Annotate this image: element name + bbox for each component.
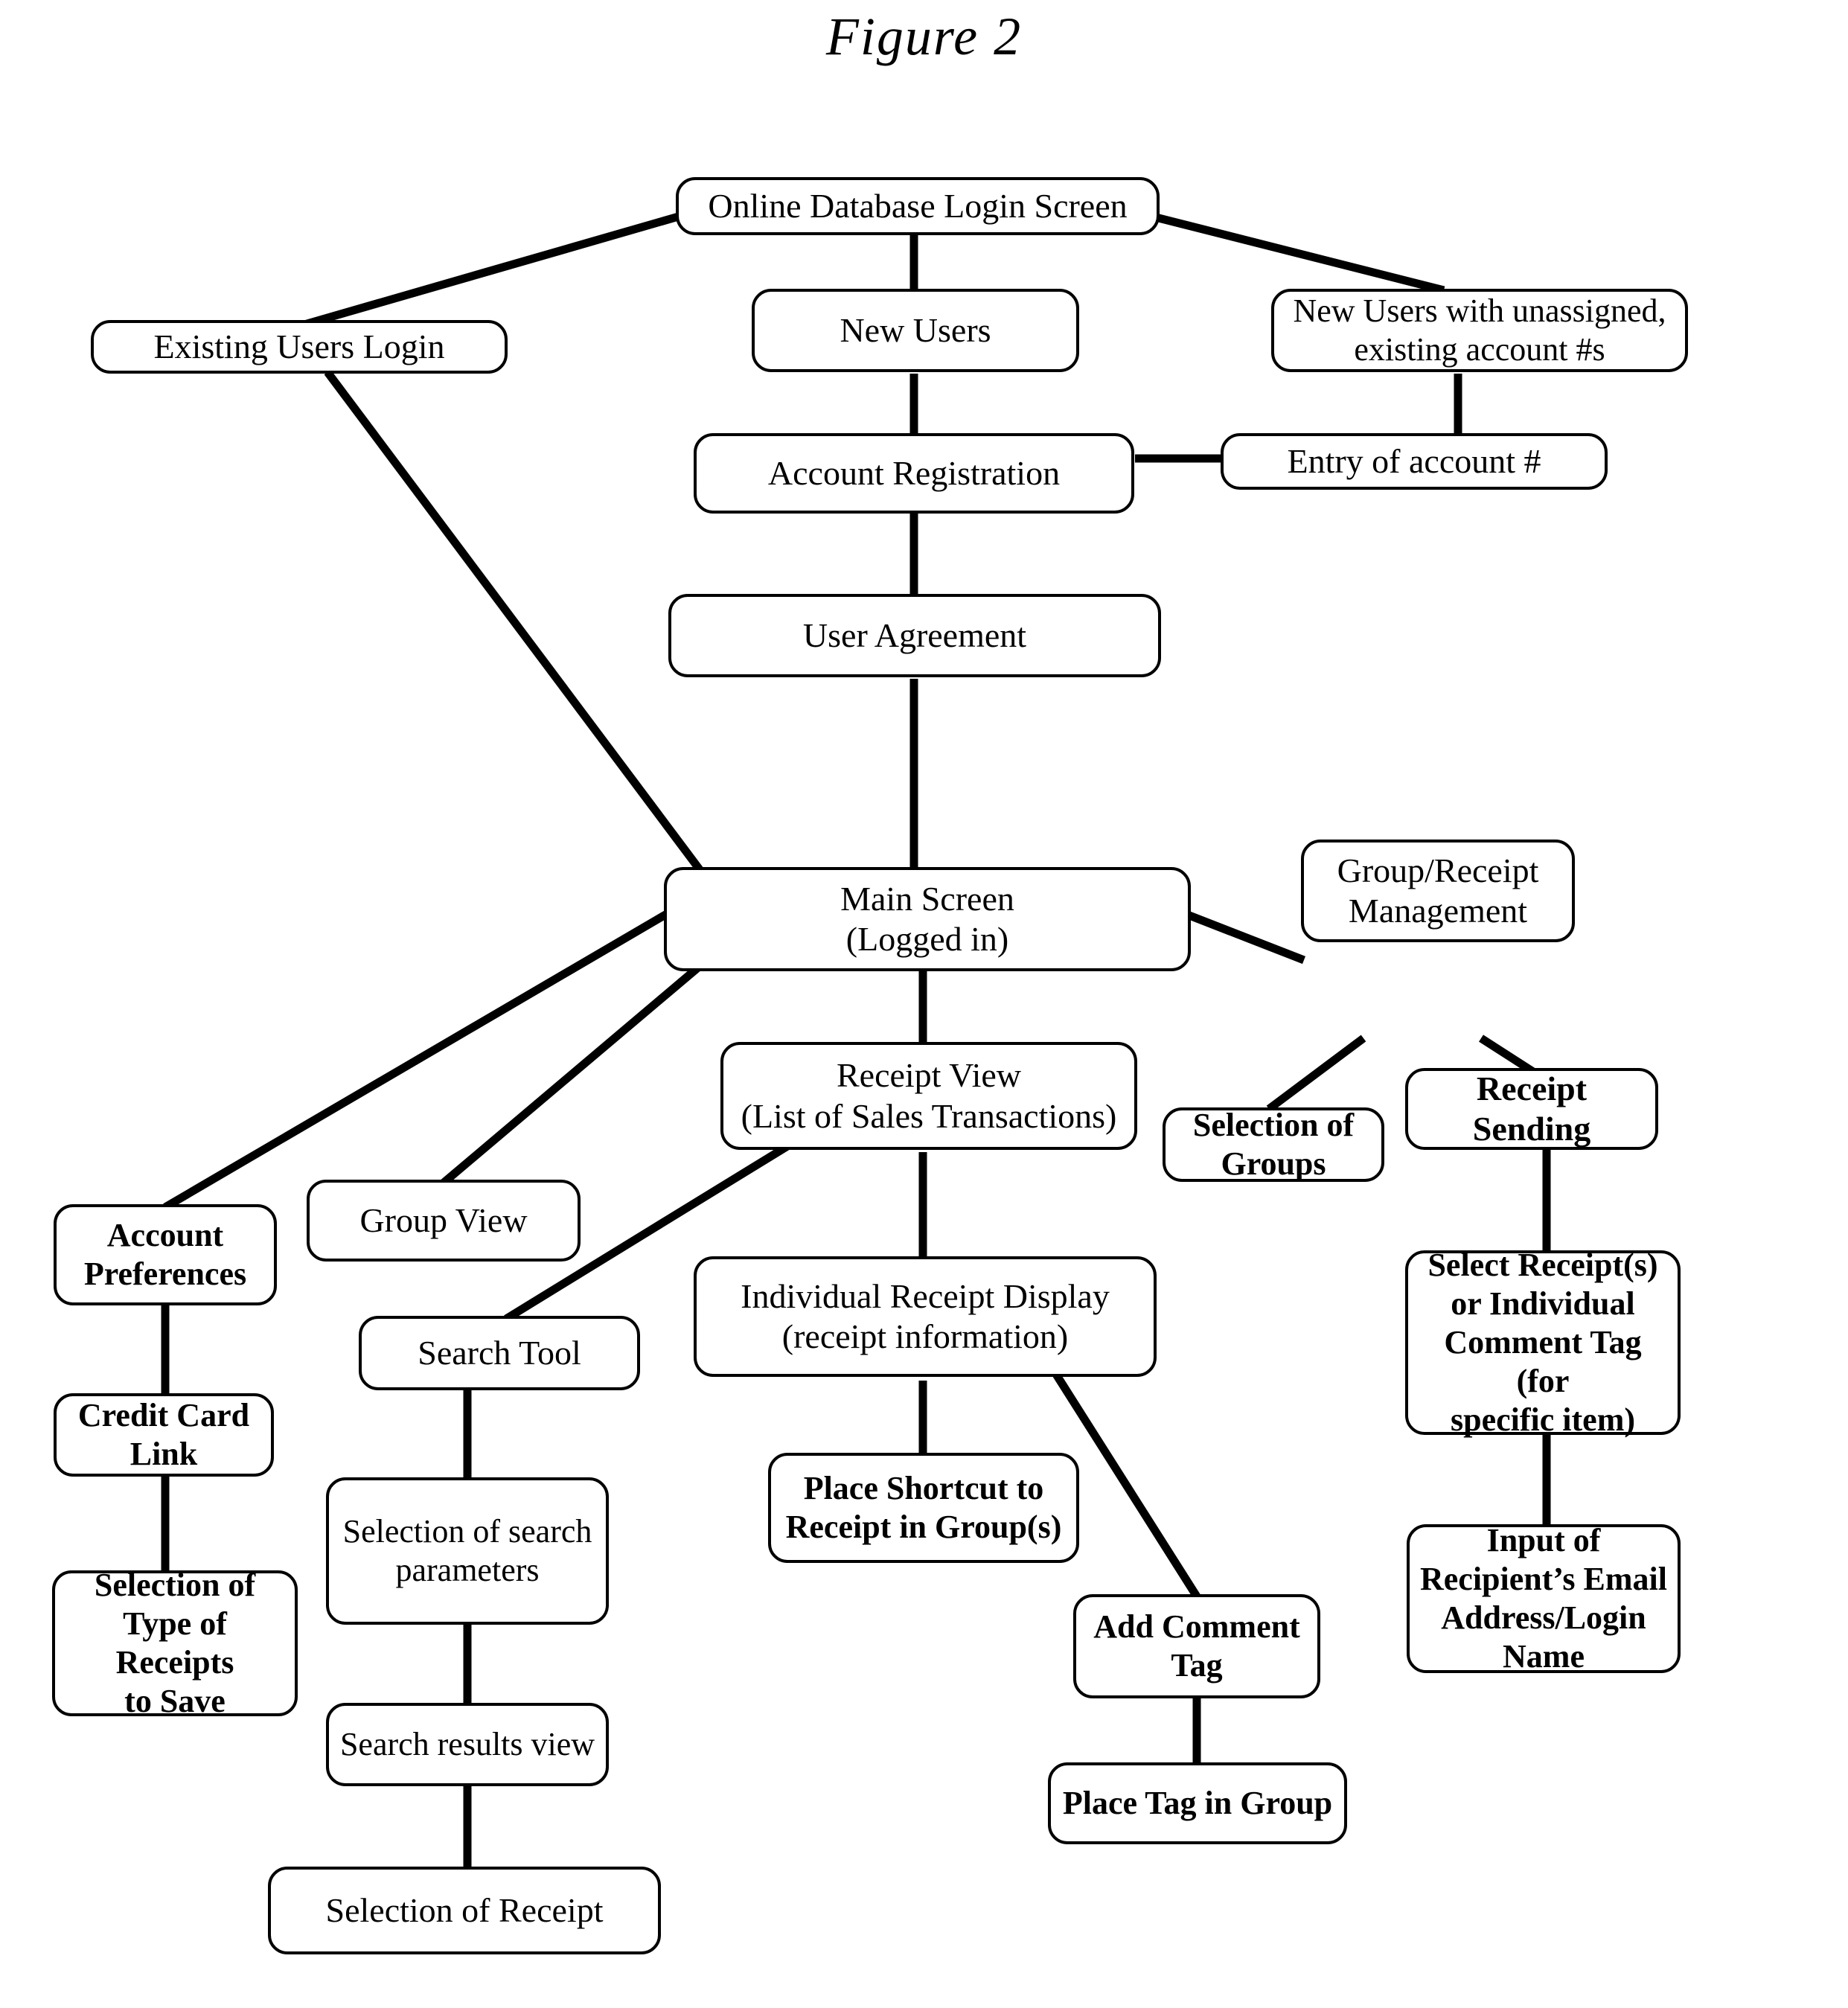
node-selection-type-receipts-label-3: to Save <box>124 1682 226 1719</box>
node-account-preferences-label-1: Account <box>106 1217 224 1254</box>
node-individual-receipt[interactable]: Individual Receipt Display (receipt info… <box>694 1256 1157 1377</box>
node-select-receipts[interactable]: Select Receipt(s) or Individual Comment … <box>1405 1247 1681 1438</box>
node-existing-users[interactable]: Existing Users Login <box>91 320 508 374</box>
edge-main-screen-to-group-view <box>440 964 701 1187</box>
node-credit-card-link-label-2: Link <box>130 1436 198 1472</box>
node-place-tag-group-label: Place Tag in Group <box>1062 1785 1333 1822</box>
node-select-receipts-label-2: or Individual <box>1451 1285 1635 1323</box>
node-search-tool[interactable]: Search Tool <box>359 1316 640 1390</box>
node-search-tool-label: Search Tool <box>418 1333 581 1372</box>
node-select-receipts-label-4: specific item) <box>1451 1401 1635 1438</box>
node-entry-account[interactable]: Entry of account # <box>1221 433 1608 490</box>
node-receipt-view[interactable]: Receipt View (List of Sales Transactions… <box>720 1042 1137 1150</box>
node-account-preferences-label-2: Preferences <box>83 1256 247 1292</box>
edge-login-to-existing-users <box>298 211 682 330</box>
node-group-receipt-mgmt-label-2: Management <box>1348 892 1528 930</box>
node-individual-receipt-label-2: (receipt information) <box>781 1317 1069 1355</box>
node-main-screen-label-1: Main Screen <box>840 879 1014 918</box>
node-selection-type-receipts-label-1: Selection of <box>94 1567 256 1604</box>
node-select-receipts-label-1: Select Receipt(s) <box>1427 1247 1658 1284</box>
node-group-view-label: Group View <box>359 1200 528 1239</box>
node-place-shortcut-label-2: Receipt in Group(s) <box>785 1509 1062 1545</box>
node-receipt-sending-label: Receipt Sending <box>1472 1069 1591 1148</box>
node-selection-search-params-label-2: parameters <box>395 1552 540 1588</box>
node-main-screen-label-2: (Logged in) <box>845 920 1009 958</box>
node-receipt-sending[interactable]: Receipt Sending <box>1405 1068 1658 1150</box>
node-search-results-view-label: Search results view <box>339 1726 595 1763</box>
node-group-receipt-mgmt-label-1: Group/Receipt <box>1337 851 1539 889</box>
node-receipt-view-label-2: (List of Sales Transactions) <box>741 1096 1117 1135</box>
node-add-comment-tag-label-2: Tag <box>1171 1647 1223 1684</box>
node-add-comment-tag[interactable]: Add Comment Tag <box>1073 1594 1320 1698</box>
node-user-agreement[interactable]: User Agreement <box>668 594 1161 677</box>
edge-group-receipt-mgmt-to-receipt-sending <box>1479 1035 1535 1075</box>
node-new-users-unassigned-label-2: existing account #s <box>1354 331 1605 368</box>
node-main-screen[interactable]: Main Screen (Logged in) <box>664 867 1191 971</box>
node-receipt-view-label-1: Receipt View <box>836 1056 1022 1095</box>
node-selection-receipt-label: Selection of Receipt <box>325 1890 604 1929</box>
node-selection-receipt[interactable]: Selection of Receipt <box>268 1867 661 1954</box>
edge-main-screen-to-account-preferences <box>163 895 694 1211</box>
node-place-shortcut[interactable]: Place Shortcut to Receipt in Group(s) <box>768 1453 1079 1563</box>
node-place-shortcut-label-1: Place Shortcut to <box>803 1470 1044 1507</box>
node-select-receipts-label-3: Comment Tag (for <box>1444 1324 1642 1399</box>
node-selection-search-params-label-1: Selection of search <box>342 1513 592 1550</box>
node-credit-card-link-label-1: Credit Card <box>77 1397 250 1434</box>
figure-page: Figure 2 Online Database Login Screen Ex… <box>0 0 1848 2008</box>
node-existing-users-label: Existing Users Login <box>153 327 445 365</box>
node-entry-account-label: Entry of account # <box>1287 441 1541 480</box>
node-input-recipient-label-3: Address/Login <box>1441 1599 1646 1636</box>
node-login-screen[interactable]: Online Database Login Screen <box>676 177 1160 235</box>
node-new-users-unassigned-label-1: New Users with unassigned, <box>1293 292 1666 330</box>
node-credit-card-link[interactable]: Credit Card Link <box>54 1393 274 1477</box>
node-selection-groups-label-1: Selection of <box>1192 1107 1355 1144</box>
node-selection-groups[interactable]: Selection of Groups <box>1163 1107 1384 1182</box>
node-account-registration[interactable]: Account Registration <box>694 433 1134 514</box>
node-input-recipient-label-2: Recipient’s Email <box>1420 1561 1667 1598</box>
node-input-recipient-label-4: Name <box>1503 1637 1585 1675</box>
node-selection-search-params[interactable]: Selection of search parameters <box>326 1477 609 1625</box>
node-selection-groups-label-2: Groups <box>1221 1145 1326 1182</box>
node-new-users[interactable]: New Users <box>752 289 1079 372</box>
node-group-view[interactable]: Group View <box>307 1180 581 1262</box>
node-individual-receipt-label-1: Individual Receipt Display <box>741 1276 1110 1315</box>
node-account-registration-label: Account Registration <box>767 453 1061 492</box>
node-new-users-label: New Users <box>840 310 991 349</box>
node-selection-type-receipts-label-2: Type of Receipts <box>115 1605 234 1681</box>
node-search-results-view[interactable]: Search results view <box>326 1703 609 1786</box>
edge-group-receipt-mgmt-to-selection-groups <box>1266 1035 1366 1113</box>
node-selection-type-receipts[interactable]: Selection of Type of Receipts to Save <box>52 1567 298 1719</box>
node-user-agreement-label: User Agreement <box>802 615 1027 654</box>
edge-main-screen-to-group-receipt-mgmt <box>1188 911 1305 965</box>
page-title: Figure 2 <box>825 7 1023 66</box>
node-new-users-unassigned[interactable]: New Users with unassigned, existing acco… <box>1271 289 1688 372</box>
node-place-tag-group[interactable]: Place Tag in Group <box>1048 1762 1347 1844</box>
node-account-preferences[interactable]: Account Preferences <box>54 1204 277 1305</box>
edge-existing-users-to-main-screen <box>324 369 707 877</box>
node-login-screen-label: Online Database Login Screen <box>708 186 1128 225</box>
node-input-recipient-label-1: Input of <box>1486 1522 1601 1559</box>
node-group-receipt-mgmt[interactable]: Group/Receipt Management <box>1301 840 1575 942</box>
edge-login-to-new-users-unassigned <box>1148 211 1445 295</box>
node-input-recipient[interactable]: Input of Recipient’s Email Address/Login… <box>1407 1522 1681 1675</box>
node-add-comment-tag-label-1: Add Comment <box>1093 1608 1300 1646</box>
